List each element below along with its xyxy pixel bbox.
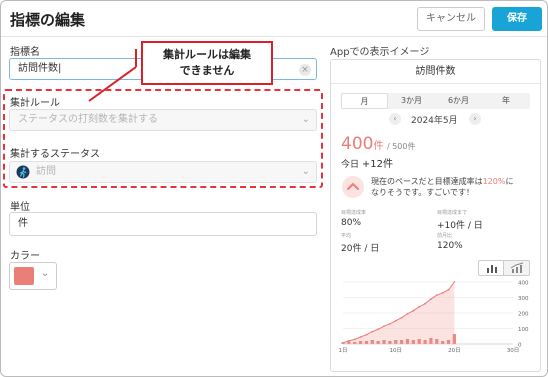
bar-chart-toggle[interactable] — [478, 260, 504, 276]
combo-chart-toggle[interactable] — [504, 260, 530, 276]
rule-select-value: ステータスの打刻数を集計する — [18, 114, 158, 125]
tab-3months[interactable]: 3か月 — [388, 93, 435, 109]
color-swatch — [14, 267, 34, 285]
rule-label: 集計ルール — [10, 98, 60, 109]
chevron-down-icon: ⌄ — [41, 268, 50, 279]
cumulative-point — [365, 333, 368, 336]
status-label: 集計するステータス — [10, 149, 100, 160]
status-select-value: 訪問 — [36, 166, 56, 177]
combo-chart-icon — [510, 262, 524, 273]
today-label: 今日 — [341, 160, 360, 170]
cumulative-point — [353, 338, 356, 341]
walking-person-icon — [16, 165, 30, 179]
trend-up-icon — [342, 176, 364, 198]
y-tick-label: 300 — [518, 296, 529, 302]
count-display: 400件 / 500件 — [341, 134, 415, 154]
today-value: +12件 — [361, 159, 393, 170]
cumulative-point — [388, 322, 391, 325]
preview-title: Appでの表示イメージ — [330, 47, 430, 58]
cumulative-point — [412, 309, 415, 312]
cumulative-point — [383, 325, 385, 328]
cumulative-point — [342, 341, 344, 344]
progress-chart: 40030020010001日 10日 20日 30日 — [339, 281, 529, 355]
x-tick-label: 10日 — [390, 347, 403, 354]
stat-achievement: 目標達成率 80% — [341, 209, 366, 228]
cumulative-point — [406, 312, 409, 315]
dialog: 指標の編集 キャンセル 保存 指標名 訪問件数| × 集計ルールは編集 できませ… — [0, 0, 548, 377]
stat-value: +10件 / 日 — [437, 221, 483, 231]
cumulative-point — [418, 305, 421, 308]
cumulative-point — [424, 302, 426, 305]
count-target: / 500件 — [386, 142, 416, 151]
prev-month-button[interactable]: ‹ — [389, 113, 401, 125]
cumulative-point — [441, 291, 444, 294]
unit-input[interactable]: 件 — [9, 212, 317, 236]
cumulative-point — [371, 330, 374, 333]
x-tick-label: 30日 — [507, 347, 520, 354]
y-tick-label: 200 — [518, 312, 529, 318]
x-tick-label: 1日 — [339, 347, 348, 354]
chevron-down-icon: ⌄ — [301, 166, 310, 177]
pace-text-3: なりそうです。すごいです！ — [371, 188, 474, 197]
stat-label: 目標達成まで — [437, 210, 468, 216]
stat-label: 前月比 — [437, 233, 453, 239]
pace-message: 現在のペースだと目標達成率は120%に なりそうです。すごいです！ — [371, 176, 536, 198]
count-unit: 件 — [373, 141, 384, 152]
y-tick-label: 400 — [518, 281, 529, 287]
cumulative-point — [359, 336, 362, 338]
cumulative-point — [453, 281, 456, 283]
pace-text-1: 現在のペースだと目標達成率は — [371, 177, 483, 186]
tab-year[interactable]: 年 — [482, 93, 530, 109]
cumulative-point — [347, 340, 350, 342]
pace-text-2: に — [505, 177, 514, 186]
pace-rate: 120% — [482, 177, 506, 186]
today-row: 今日 +12件 — [341, 155, 393, 170]
status-select: 訪問 ⌄ — [9, 161, 317, 183]
unit-input-value: 件 — [18, 218, 28, 229]
x-tick-label: 20日 — [448, 347, 461, 354]
next-month-button[interactable]: › — [469, 113, 481, 125]
stat-value: 80% — [341, 218, 362, 228]
cumulative-point — [394, 319, 397, 322]
unit-label: 単位 — [10, 202, 30, 213]
stat-remaining: 目標達成まで +10件 / 日 — [437, 209, 483, 231]
tab-month[interactable]: 月 — [341, 93, 388, 109]
color-picker[interactable]: ⌄ — [9, 262, 57, 290]
tab-6months[interactable]: 6か月 — [435, 93, 482, 109]
card-title: 訪問件数 — [331, 60, 540, 84]
bar-chart-icon — [487, 265, 497, 273]
stat-average: 平均 20件 / 日 — [341, 232, 379, 254]
stat-label: 平均 — [341, 233, 352, 239]
count-value: 400 — [341, 134, 374, 154]
period-tabs: 月 3か月 6か月 年 — [341, 93, 530, 109]
chevron-down-icon: ⌄ — [301, 114, 310, 125]
cumulative-point — [435, 294, 438, 297]
y-tick-label: 100 — [518, 327, 529, 333]
period-label: 2024年5月 — [411, 116, 458, 126]
preview-card: 訪問件数 月 3か月 6か月 年 ‹ 2024年5月 › 400件 / 500件… — [330, 59, 541, 372]
stat-value: 120% — [437, 241, 463, 251]
cumulative-point — [430, 298, 432, 300]
rule-select: ステータスの打刻数を集計する ⌄ — [9, 109, 317, 131]
stat-value: 20件 / 日 — [341, 244, 380, 254]
stat-mom: 前月比 120% — [437, 232, 463, 251]
cumulative-point — [447, 288, 450, 291]
stat-label: 目標達成率 — [341, 210, 367, 216]
cumulative-point — [377, 328, 380, 331]
cumulative-point — [400, 316, 403, 319]
color-label: カラー — [10, 251, 40, 262]
